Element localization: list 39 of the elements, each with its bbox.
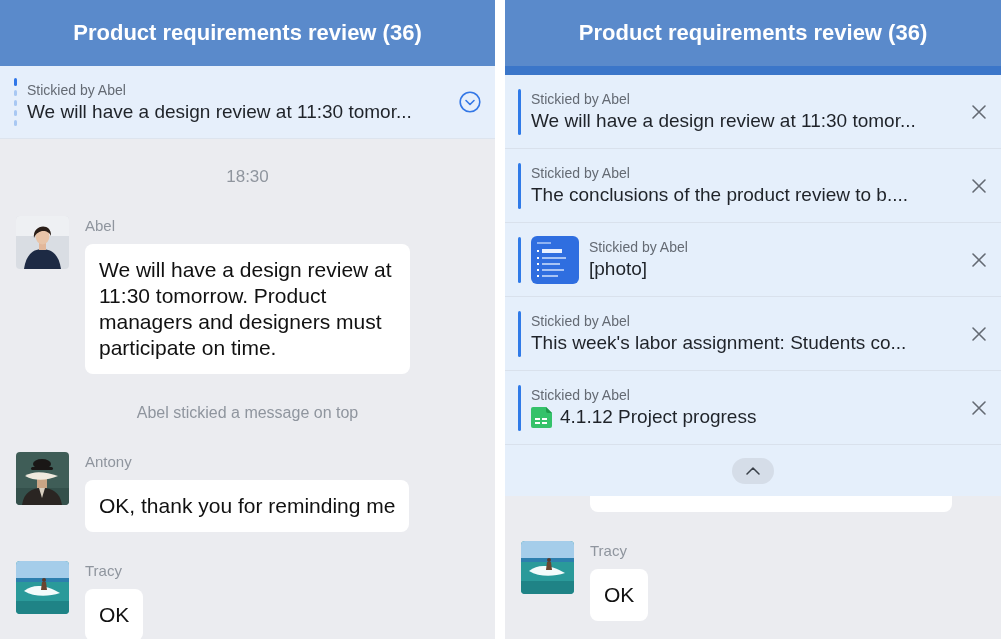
pinned-message[interactable]: This week's labor assignment: Students co... [531, 332, 907, 354]
pin-author: Stickied by Abel [531, 165, 631, 181]
pin-marker [518, 384, 521, 431]
timestamp: 18:30 [225, 167, 270, 187]
pinned-message[interactable]: 4.1.12 Project progress [560, 406, 757, 428]
sender-name: Antony [85, 453, 132, 471]
expand-button[interactable] [459, 91, 481, 113]
close-button[interactable] [971, 177, 987, 194]
pin-author: Stickied by Abel [589, 239, 688, 255]
pin-author: Stickied by Abel [531, 387, 631, 403]
pinned-message[interactable]: The conclusions of the product review to b.... [531, 184, 909, 206]
pin-marker [518, 236, 521, 283]
pin-marker [518, 310, 521, 357]
sender-name: Tracy [590, 542, 627, 560]
collapse-button[interactable] [732, 457, 774, 484]
chat-title: Product requirements review (36) [73, 20, 422, 46]
message-bubble: OK [590, 569, 649, 621]
pin-marker [518, 162, 521, 209]
pinned-message[interactable]: We will have a design review at 11:30 tomor... [27, 100, 459, 123]
system-notice: Abel stickied a message on top [135, 403, 360, 423]
close-button[interactable] [971, 325, 987, 342]
pin-author: Stickied by Abel [531, 91, 631, 107]
pin-marker [518, 88, 521, 135]
message-bubble: OK, thank you for reminding me [85, 480, 410, 532]
pin-author: Stickied by Abel [531, 313, 631, 329]
pin-indicator-icon [14, 78, 17, 126]
pinned-message[interactable]: We will have a design review at 11:30 tomor... [531, 110, 916, 132]
message-bubble: OK [85, 589, 144, 639]
pin-author: Stickied by Abel [27, 81, 127, 98]
close-button[interactable] [971, 251, 987, 268]
caret-up-icon [746, 466, 760, 475]
sender-name: Tracy [85, 562, 122, 580]
message-bubble: We will have a design review at 11:30 tomorrow. Product managers and designers must participate on time. [85, 244, 410, 374]
chat-title: Product requirements review (36) [578, 20, 928, 46]
close-button[interactable] [971, 399, 987, 416]
pinned-message[interactable]: [photo] [589, 258, 648, 280]
sender-name: Abel [85, 217, 116, 235]
close-button[interactable] [971, 103, 987, 120]
spreadsheet-icon [531, 406, 552, 428]
